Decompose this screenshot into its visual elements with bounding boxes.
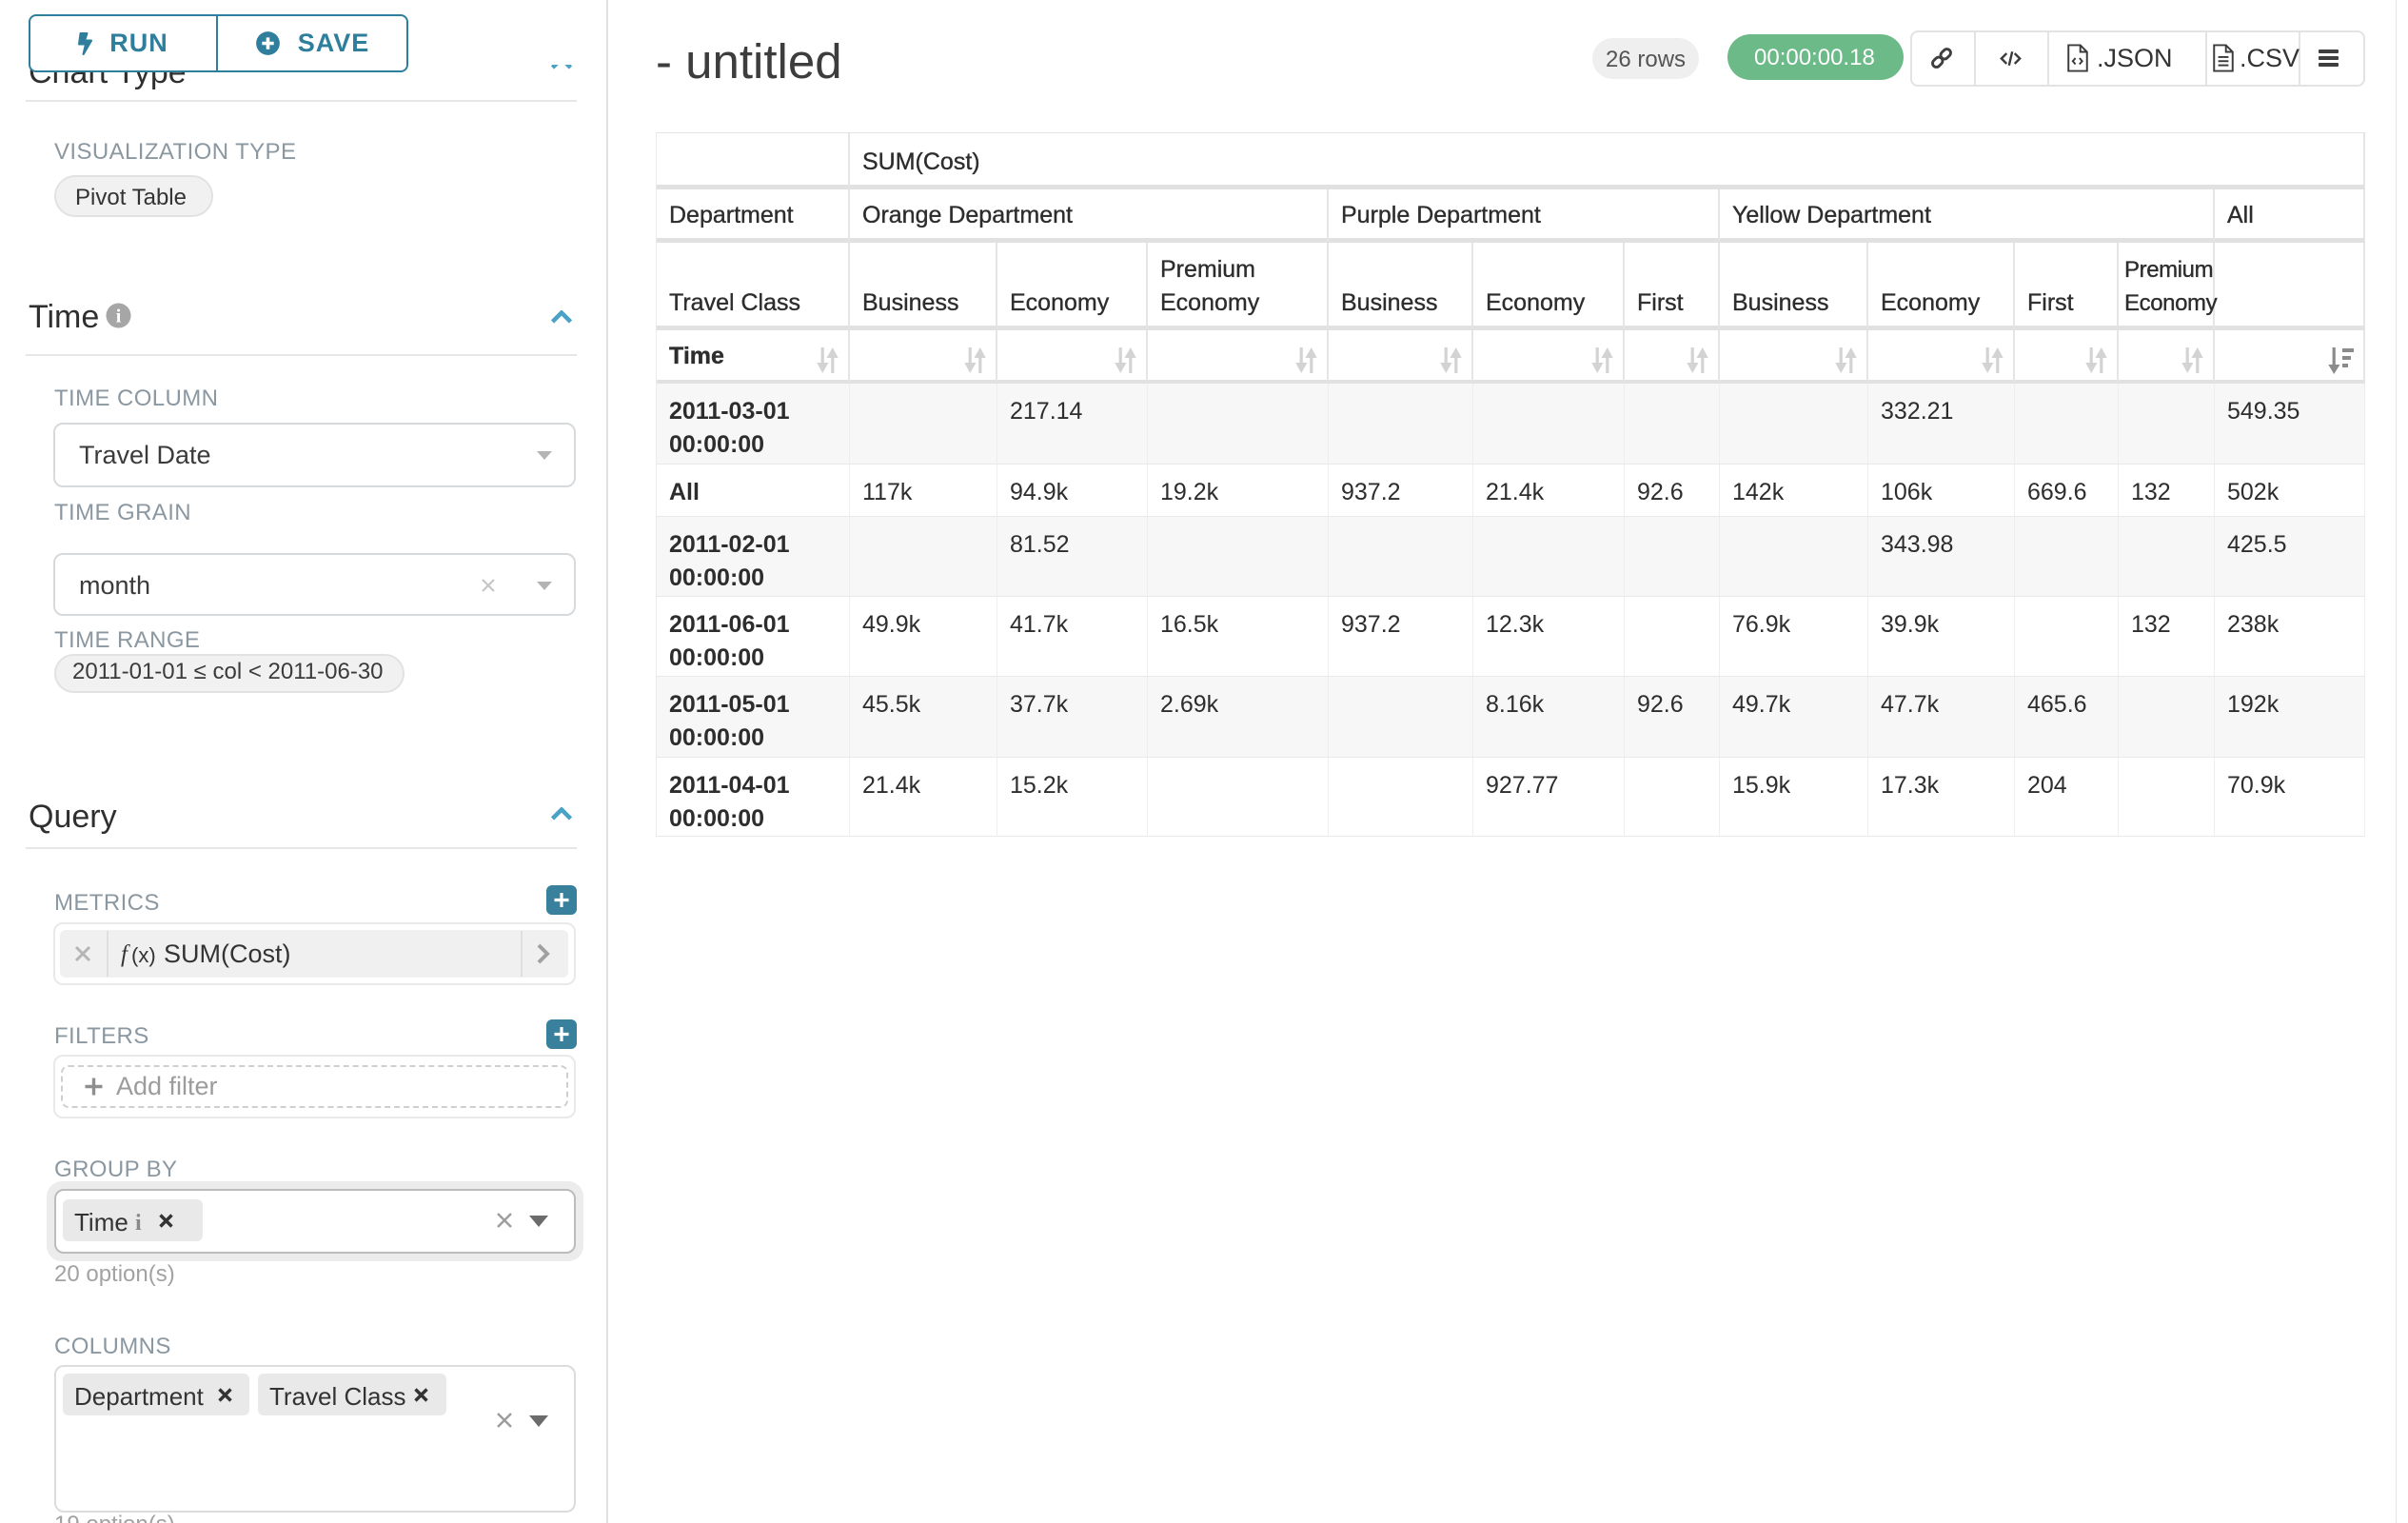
svg-text:i: i xyxy=(116,307,122,327)
